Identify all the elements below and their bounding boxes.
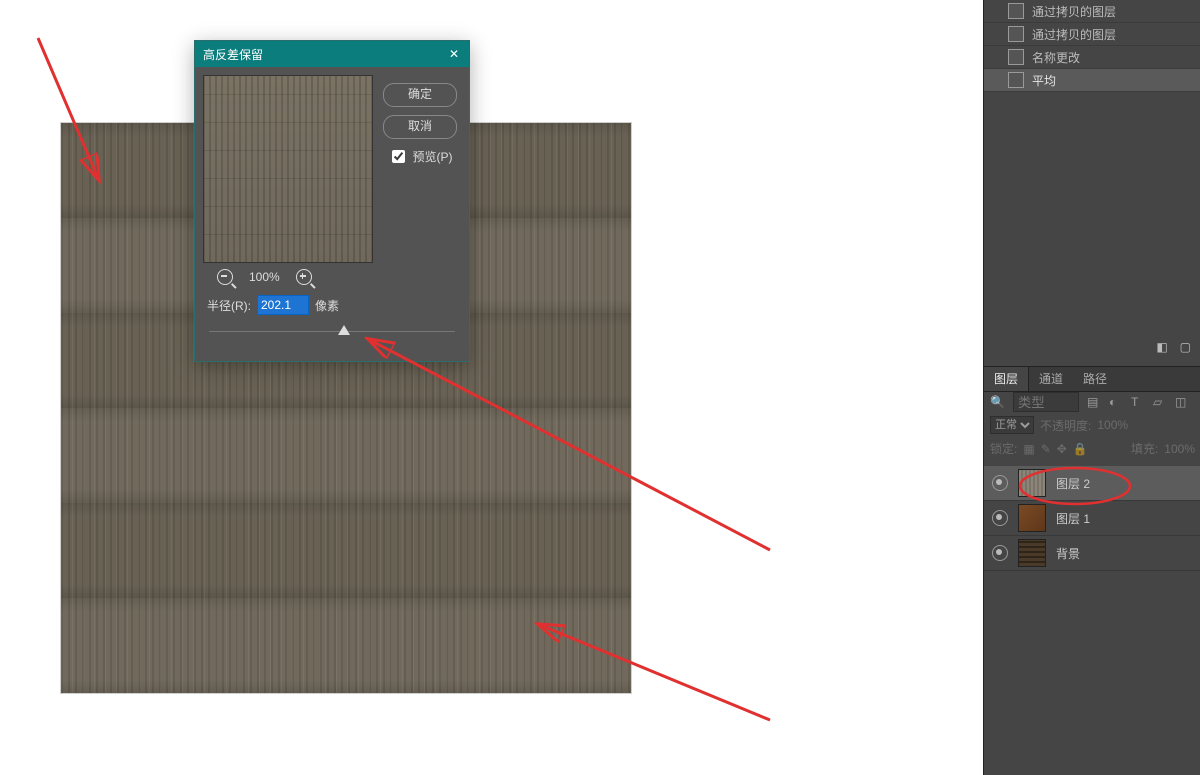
radius-unit: 像素 — [315, 297, 339, 314]
tab-channels[interactable]: 通道 — [1029, 367, 1073, 391]
layer-thumbnail[interactable] — [1018, 504, 1046, 532]
layer-row[interactable]: 图层 2 — [984, 466, 1200, 501]
opacity-value: 100% — [1097, 418, 1128, 432]
layer-name[interactable]: 图层 1 — [1056, 510, 1090, 527]
lock-transparent-icon[interactable]: ▦ — [1023, 442, 1034, 456]
history-item[interactable]: 通过拷贝的图层 — [984, 0, 1200, 23]
dialog-titlebar[interactable]: 高反差保留 ✕ — [195, 41, 469, 67]
visibility-icon[interactable] — [992, 510, 1008, 526]
fill-value: 100% — [1164, 442, 1195, 456]
fill-label: 填充: — [1131, 440, 1158, 457]
close-icon[interactable]: ✕ — [447, 47, 461, 61]
layer-thumbnail[interactable] — [1018, 469, 1046, 497]
history-item-label: 名称更改 — [1032, 49, 1080, 66]
zoom-out-icon[interactable] — [217, 269, 233, 285]
layers-list: 图层 2 图层 1 背景 — [984, 466, 1200, 571]
layer-row[interactable]: 背景 — [984, 536, 1200, 571]
new-snapshot-icon[interactable]: ◧ — [1156, 340, 1167, 354]
blend-mode-row: 正常 不透明度: 100% — [990, 416, 1195, 434]
preview-checkbox-input[interactable] — [392, 150, 405, 163]
lock-all-icon[interactable]: 🔒 — [1073, 442, 1088, 456]
preview-checkbox-label: 预览(P) — [413, 148, 453, 165]
cancel-button[interactable]: 取消 — [383, 115, 457, 139]
history-item-label: 平均 — [1032, 72, 1056, 89]
history-item[interactable]: 通过拷贝的图层 — [984, 23, 1200, 46]
history-step-icon — [1008, 26, 1024, 42]
filter-adjust-icon[interactable]: ◐ — [1109, 395, 1123, 409]
lock-label: 锁定: — [990, 440, 1017, 457]
dialog-title: 高反差保留 — [203, 46, 263, 63]
history-step-icon — [1008, 72, 1024, 88]
layer-name[interactable]: 背景 — [1056, 545, 1080, 562]
layer-filter-bar: 🔍 ▤ ◐ T ▱ ◫ — [990, 392, 1195, 412]
filter-preview[interactable] — [203, 75, 373, 263]
layer-name[interactable]: 图层 2 — [1056, 475, 1090, 492]
filter-smart-icon[interactable]: ◫ — [1175, 395, 1189, 409]
history-list: 通过拷贝的图层 通过拷贝的图层 名称更改 平均 — [984, 0, 1200, 92]
lock-pixels-icon[interactable]: ✎ — [1041, 442, 1051, 456]
radius-slider[interactable] — [209, 325, 455, 339]
tab-paths[interactable]: 路径 — [1073, 367, 1117, 391]
zoom-level: 100% — [249, 270, 280, 284]
layer-thumbnail[interactable] — [1018, 539, 1046, 567]
radius-label: 半径(R): — [207, 297, 251, 314]
history-item-label: 通过拷贝的图层 — [1032, 26, 1116, 43]
panel-tabs: 图层 通道 路径 — [984, 366, 1200, 392]
history-step-icon — [1008, 3, 1024, 19]
history-step-icon — [1008, 49, 1024, 65]
filter-image-icon[interactable]: ▤ — [1087, 395, 1101, 409]
preview-checkbox[interactable]: 预览(P) — [388, 147, 453, 166]
high-pass-dialog: 高反差保留 ✕ 100% 半径(R): 像素 确定 取消 预览(P) — [194, 40, 470, 362]
ok-button[interactable]: 确定 — [383, 83, 457, 107]
visibility-icon[interactable] — [992, 475, 1008, 491]
filter-type-icon[interactable]: T — [1131, 395, 1145, 409]
opacity-label: 不透明度: — [1040, 417, 1091, 434]
new-document-icon[interactable]: ▢ — [1180, 340, 1191, 354]
layer-row[interactable]: 图层 1 — [984, 501, 1200, 536]
right-panel: 通过拷贝的图层 通过拷贝的图层 名称更改 平均 ◧ ▢ 图层 通道 路径 🔍 ▤… — [983, 0, 1200, 775]
lock-row: 锁定: ▦ ✎ ✥ 🔒 填充: 100% — [990, 440, 1195, 457]
history-item[interactable]: 平均 — [984, 69, 1200, 92]
slider-thumb-icon[interactable] — [338, 325, 350, 335]
visibility-icon[interactable] — [992, 545, 1008, 561]
zoom-in-icon[interactable] — [296, 269, 312, 285]
tab-layers[interactable]: 图层 — [984, 367, 1029, 391]
search-icon: 🔍 — [990, 395, 1005, 409]
layer-filter-input[interactable] — [1013, 392, 1079, 412]
filter-shape-icon[interactable]: ▱ — [1153, 395, 1167, 409]
lock-position-icon[interactable]: ✥ — [1057, 442, 1067, 456]
blend-mode-select[interactable]: 正常 — [990, 416, 1034, 434]
radius-input[interactable] — [257, 295, 309, 315]
history-item-label: 通过拷贝的图层 — [1032, 3, 1116, 20]
history-item[interactable]: 名称更改 — [984, 46, 1200, 69]
